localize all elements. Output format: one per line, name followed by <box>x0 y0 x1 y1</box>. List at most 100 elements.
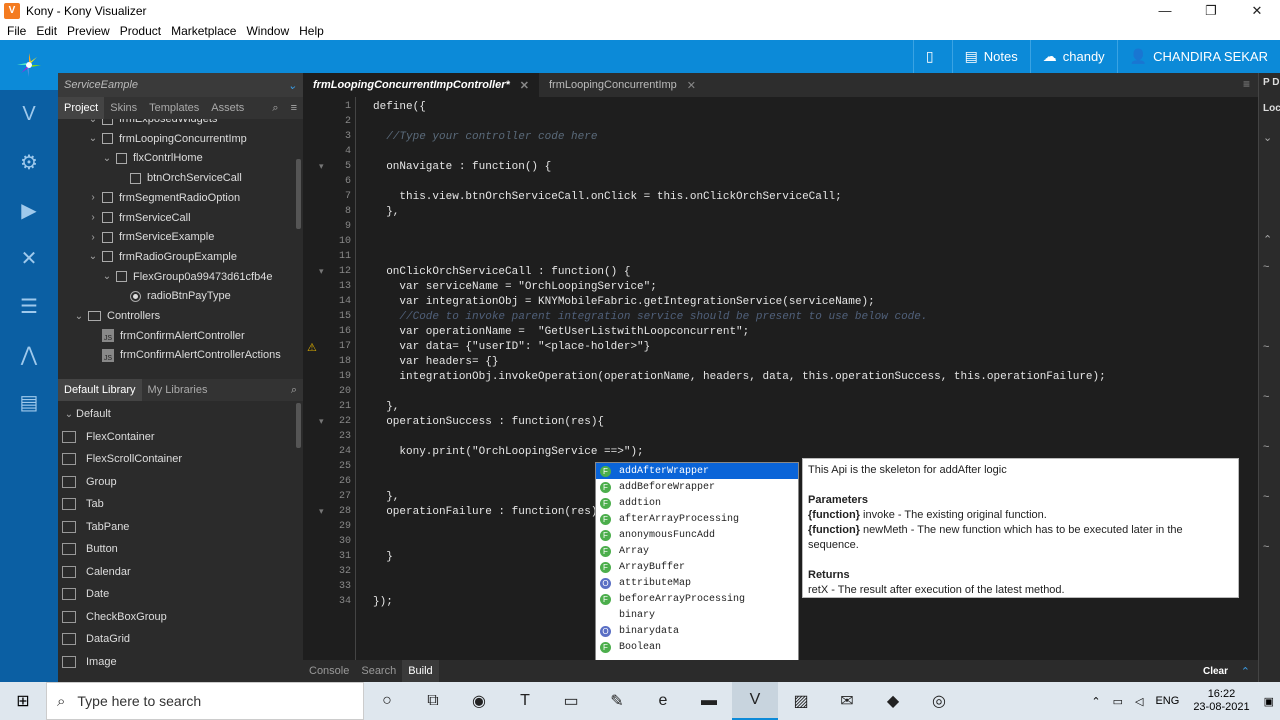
search-icon[interactable]: ⌕ <box>272 102 278 115</box>
editor-tab-form[interactable]: frmLoopingConcurrentImp ✕ <box>539 73 706 97</box>
language-indicator[interactable]: ENG <box>1149 695 1185 707</box>
notes-button[interactable]: ▤ Notes <box>951 40 1030 73</box>
taskbar-search-box[interactable]: ⌕ Type here to search <box>46 682 364 720</box>
fold-arrow-icon[interactable]: ▾ <box>319 416 324 427</box>
autocomplete-item[interactable]: Faddtion <box>596 495 798 511</box>
menu-preview[interactable]: Preview <box>62 24 115 38</box>
close-button[interactable]: ✕ <box>1234 0 1280 21</box>
library-widget-item[interactable]: Image <box>58 651 303 674</box>
menu-edit[interactable]: Edit <box>31 24 62 38</box>
fold-arrow-icon[interactable]: ▾ <box>319 161 324 172</box>
cortana-icon[interactable]: ○ <box>364 682 410 720</box>
tree-item[interactable]: ⌄ Controllers <box>72 306 160 326</box>
tree-item[interactable]: JS frmConfirmAlertController <box>86 326 245 346</box>
tab-templates[interactable]: Templates <box>143 97 205 119</box>
fold-arrow-icon[interactable]: ▾ <box>319 266 324 277</box>
restore-button[interactable]: ❐ <box>1188 0 1234 21</box>
minimize-button[interactable]: — <box>1142 0 1188 21</box>
close-tab-icon[interactable]: ✕ <box>520 79 529 92</box>
tree-item[interactable]: ⌄ flxContrlHome <box>100 148 203 168</box>
expand-arrow-icon[interactable]: ⌄ <box>86 133 100 144</box>
tab-search[interactable]: Search <box>355 660 402 682</box>
tree-item[interactable]: › frmServiceCall <box>86 208 190 228</box>
library-widget-item[interactable]: Tab <box>58 493 303 516</box>
user-account-button[interactable]: 👤 CHANDIRA SEKAR <box>1116 40 1280 73</box>
autocomplete-item[interactable]: F ArrayBuffer <box>596 559 798 575</box>
edge-icon[interactable]: e <box>640 682 686 720</box>
tree-item[interactable]: ⌄ frmRadioGroupExample <box>86 247 237 267</box>
expand-arrow-icon[interactable]: ⌄ <box>86 119 100 125</box>
visualizer-v-icon[interactable]: V <box>0 90 58 138</box>
volume-icon[interactable]: ◁ <box>1129 695 1149 708</box>
layout-icon[interactable]: ☰ <box>0 282 58 330</box>
network-icon[interactable]: ▭ <box>1107 695 1129 708</box>
expand-arrow-icon[interactable]: ⌄ <box>100 153 114 164</box>
autocomplete-item[interactable]: F Array <box>596 543 798 559</box>
chart-icon[interactable]: ⋀ <box>0 330 58 378</box>
teams-icon[interactable]: T <box>502 682 548 720</box>
expand-arrow-icon[interactable]: ⌄ <box>100 271 114 282</box>
tab-project[interactable]: Project <box>58 97 105 119</box>
autocomplete-item[interactable]: FaddBeforeWrapper <box>596 479 798 495</box>
notification-icon[interactable]: ▣ <box>1258 695 1280 708</box>
clear-button[interactable]: Clear <box>1203 666 1228 677</box>
autocomplete-item[interactable]: Obinarydata <box>596 623 798 639</box>
outlook-icon[interactable]: ✉ <box>824 682 870 720</box>
autocomplete-item[interactable]: FaddAfterWrapper <box>596 463 798 479</box>
photos-icon[interactable]: ▨ <box>778 682 824 720</box>
kony-taskbar-icon[interactable]: V <box>732 682 778 720</box>
autocomplete-item[interactable]: FafterArrayProcessing <box>596 511 798 527</box>
tree-item[interactable]: ⌄ FlexGroup0a99473d61cfb4e <box>100 267 273 287</box>
tab-build[interactable]: Build <box>402 660 439 682</box>
terminal-icon[interactable]: ▬ <box>686 682 732 720</box>
snip-tool-icon[interactable]: ◎ <box>916 682 962 720</box>
cloud-account-button[interactable]: ☁ chandy <box>1029 40 1117 73</box>
tools-icon[interactable]: ✕ <box>0 234 58 282</box>
tab-my-libraries[interactable]: My Libraries <box>142 379 214 401</box>
notepad-icon[interactable]: ✎ <box>594 682 640 720</box>
autocomplete-item[interactable]: FanonymousFuncAdd <box>596 527 798 543</box>
expand-arrow-icon[interactable]: › <box>86 232 100 243</box>
play-preview-icon[interactable]: ▶ <box>0 186 58 234</box>
expand-up-icon[interactable]: ⌃ <box>1241 665 1250 678</box>
right-panel-tabs[interactable]: P D <box>1263 77 1280 88</box>
document-icon[interactable]: ▤ <box>0 378 58 426</box>
library-scrollbar[interactable] <box>296 403 301 448</box>
tree-item[interactable]: › frmServiceExample <box>86 227 214 247</box>
settings-gear-icon[interactable]: ⚙ <box>0 138 58 186</box>
tab-skins[interactable]: Skins <box>104 97 143 119</box>
device-preview-button[interactable]: ▯ <box>912 40 952 73</box>
tab-console[interactable]: Console <box>303 660 355 682</box>
file-explorer-icon[interactable]: ▭ <box>548 682 594 720</box>
tab-assets[interactable]: Assets <box>205 97 250 119</box>
tree-item[interactable]: ⌄ frmLoopingConcurrentImp <box>86 129 247 149</box>
autocomplete-item[interactable]: F Boolean <box>596 639 798 655</box>
app-icon[interactable]: ◆ <box>870 682 916 720</box>
menu-marketplace[interactable]: Marketplace <box>166 24 241 38</box>
menu-file[interactable]: File <box>2 24 31 38</box>
editor-tab-controller[interactable]: frmLoopingConcurrentImpController* ✕ <box>303 73 539 97</box>
menu-product[interactable]: Product <box>115 24 166 38</box>
tree-item[interactable]: JS frmConfirmAlertControllerActions <box>86 345 281 365</box>
tray-chevron-icon[interactable]: ⌃ <box>1085 695 1106 708</box>
menu-icon[interactable]: ≡ <box>291 102 297 115</box>
menu-help[interactable]: Help <box>294 24 329 38</box>
autocomplete-list[interactable]: FaddAfterWrapper FaddBeforeWrapper Faddtio… <box>595 462 799 667</box>
task-view-icon[interactable]: ⧉ <box>410 682 456 720</box>
library-widget-item[interactable]: Date <box>58 583 303 606</box>
chevron-icon[interactable]: ⌄ <box>1263 131 1272 144</box>
tree-item[interactable]: ⌄ frmExposedWidgets <box>86 119 217 129</box>
close-tab-icon[interactable]: ✕ <box>687 79 696 92</box>
chrome-icon[interactable]: ◉ <box>456 682 502 720</box>
library-widget-item[interactable]: Calendar <box>58 561 303 584</box>
library-search-icon[interactable]: ⌕ <box>291 384 297 397</box>
collapse-chevron-icon[interactable]: ⌄ <box>288 79 297 92</box>
warning-icon[interactable]: ⚠ <box>307 341 317 354</box>
autocomplete-item[interactable]: FbeforeArrayProcessing <box>596 591 798 607</box>
expand-arrow-icon[interactable]: › <box>86 212 100 223</box>
expand-arrow-icon[interactable]: › <box>86 192 100 203</box>
tree-scrollbar[interactable] <box>296 159 301 229</box>
library-widget-item[interactable]: Button <box>58 538 303 561</box>
autocomplete-item[interactable]: binary <box>596 607 798 623</box>
chevron-icon[interactable]: ⌃ <box>1263 233 1272 246</box>
